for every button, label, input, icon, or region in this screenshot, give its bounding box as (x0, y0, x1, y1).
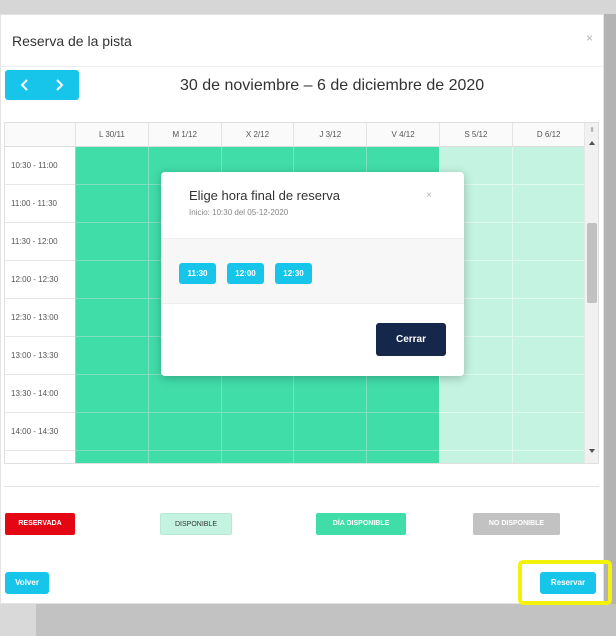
reserve-button[interactable]: Reservar (540, 572, 596, 594)
scroll-down-icon[interactable] (589, 449, 595, 453)
day-column (511, 147, 585, 463)
time-slot-cell[interactable] (147, 413, 221, 451)
time-slot-cell[interactable] (511, 185, 585, 223)
close-popup-button[interactable]: Cerrar (376, 323, 446, 356)
time-slot-cell[interactable] (75, 337, 148, 375)
day-column-header: X 2/12 (220, 123, 294, 147)
day-column-header: V 4/12 (366, 123, 439, 147)
time-slot-cell[interactable] (439, 451, 512, 463)
time-slot-cell[interactable] (366, 451, 439, 463)
day-column-header: M 1/12 (147, 123, 221, 147)
time-slot-cell[interactable] (511, 375, 585, 413)
backdrop-stripe (0, 604, 36, 636)
time-slot-cell[interactable] (75, 147, 148, 185)
time-slot-label: 13:30 - 14:00 (5, 375, 75, 413)
time-slot-cell[interactable] (511, 337, 585, 375)
day-column-header: S 5/12 (439, 123, 512, 147)
day-column (75, 147, 148, 463)
chevron-left-icon (20, 79, 28, 91)
calendar-header: L 30/11 M 1/12 X 2/12 J 3/12 V 4/12 S 5/12 D 6… (5, 123, 585, 147)
popup-close-icon[interactable]: × (426, 190, 432, 201)
time-slot-label: 11:00 - 11:30 (5, 185, 75, 223)
time-slot-label: 12:00 - 12:30 (5, 261, 75, 299)
popup-time-options: 11:30 12:00 12:30 (161, 238, 464, 304)
scroll-up-icon[interactable] (589, 141, 595, 145)
time-slot-cell[interactable] (439, 413, 512, 451)
time-slot-label: 13:00 - 13:30 (5, 337, 75, 375)
backdrop-bottom (0, 604, 616, 636)
legend-day-available: DÍA DISPONIBLE (316, 513, 406, 535)
time-slot-cell[interactable] (511, 299, 585, 337)
modal-title: Reserva de la pista (12, 33, 132, 49)
time-slot-cell[interactable] (511, 261, 585, 299)
time-slot-cell[interactable] (293, 413, 367, 451)
time-slot-cell[interactable] (511, 147, 585, 185)
day-column-header: J 3/12 (293, 123, 366, 147)
time-slot-cell[interactable] (366, 375, 439, 413)
time-slot-cell[interactable] (75, 299, 148, 337)
modal-header: Reserva de la pista × (1, 15, 603, 67)
time-slot-cell[interactable] (147, 451, 221, 463)
time-slot-cell[interactable] (511, 451, 585, 463)
backdrop-top (0, 0, 616, 14)
modal-close-icon[interactable]: × (586, 31, 593, 45)
time-slot-cell[interactable] (147, 375, 221, 413)
time-slot-cell[interactable] (220, 413, 294, 451)
time-slot-cell[interactable] (366, 413, 439, 451)
time-slot-label: 14:00 - 14:30 (5, 413, 75, 451)
time-slot-cell[interactable] (511, 413, 585, 451)
next-week-button[interactable] (41, 70, 77, 100)
legend-divider (4, 486, 599, 487)
popup-title: Elige hora final de reserva (189, 188, 341, 203)
calendar-scrollbar[interactable]: ⬍ (584, 123, 598, 463)
chevron-right-icon (56, 79, 64, 91)
scrollbar-top-icon: ⬍ (589, 127, 595, 134)
scrollbar-thumb[interactable] (587, 223, 597, 303)
prev-week-button[interactable] (7, 70, 43, 100)
end-time-option[interactable]: 11:30 (179, 263, 216, 284)
popup-subtitle: Inicio: 10:30 del 05-12-2020 (189, 208, 289, 217)
time-slot-cell[interactable] (75, 185, 148, 223)
time-slot-cell[interactable] (75, 261, 148, 299)
time-slot-cell[interactable] (75, 451, 148, 463)
time-slot-cell[interactable] (75, 413, 148, 451)
time-slot-cell[interactable] (293, 451, 367, 463)
time-slot-cell[interactable] (511, 223, 585, 261)
end-time-popup: Elige hora final de reserva Inicio: 10:3… (161, 172, 464, 376)
time-slot-cell[interactable] (75, 223, 148, 261)
legend-available: DISPONIBLE (160, 513, 232, 535)
legend-reserved: RESERVADA (5, 513, 75, 535)
time-slot-cell[interactable] (439, 375, 512, 413)
time-slot-cell[interactable] (75, 375, 148, 413)
day-column-header: D 6/12 (511, 123, 585, 147)
time-slot-label: 11:30 - 12:00 (5, 223, 75, 261)
week-nav (5, 70, 79, 100)
day-column-header: L 30/11 (75, 123, 148, 147)
time-slot-cell[interactable] (220, 375, 294, 413)
week-title: 30 de noviembre – 6 de diciembre de 2020 (180, 77, 485, 94)
back-button[interactable]: Volver (5, 572, 49, 594)
time-slot-label: 10:30 - 11:00 (5, 147, 75, 185)
time-slot-label: 12:30 - 13:00 (5, 299, 75, 337)
time-slot-cell[interactable] (220, 451, 294, 463)
legend-unavailable: NO DISPONIBLE (473, 513, 560, 535)
time-slot-cell[interactable] (293, 375, 367, 413)
end-time-option[interactable]: 12:30 (275, 263, 312, 284)
end-time-option[interactable]: 12:00 (227, 263, 264, 284)
